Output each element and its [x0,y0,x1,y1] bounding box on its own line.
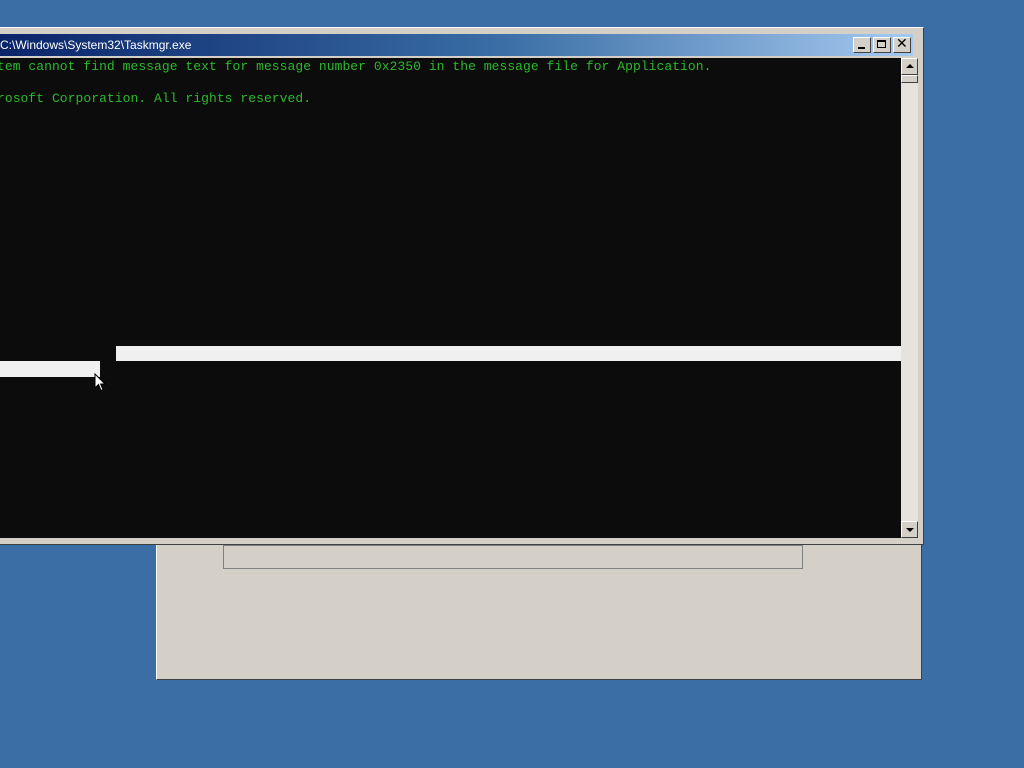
white-bar-artifact [116,346,901,361]
background-dialog-window[interactable] [156,530,922,680]
background-dialog-field [223,545,803,569]
white-bar-artifact-left [0,361,100,377]
mouse-cursor-icon [94,373,106,392]
minimize-icon [858,47,865,49]
console-output-area[interactable]: tem cannot find message text for message… [0,58,901,538]
minimize-button[interactable] [853,37,871,53]
scrollbar-thumb[interactable] [901,75,918,83]
scroll-up-button[interactable] [901,58,918,75]
maximize-icon [877,40,886,48]
maximize-button[interactable] [873,37,891,53]
close-button[interactable]: ✕ [893,36,911,53]
scroll-down-button[interactable] [901,521,918,538]
console-line-1: tem cannot find message text for message… [0,59,712,74]
console-title-bar[interactable]: C:\Windows\System32\Taskmgr.exe ✕ [0,34,913,56]
scroll-down-arrow-icon [906,528,914,532]
console-line-2: rosoft Corporation. All rights reserved. [0,91,312,106]
console-window[interactable]: C:\Windows\System32\Taskmgr.exe ✕ tem ca… [0,27,924,545]
console-title: C:\Windows\System32\Taskmgr.exe [0,38,192,52]
scroll-up-arrow-icon [906,64,914,68]
title-bar-buttons: ✕ [853,36,911,53]
vertical-scrollbar[interactable] [901,58,918,538]
close-icon: ✕ [896,36,908,52]
